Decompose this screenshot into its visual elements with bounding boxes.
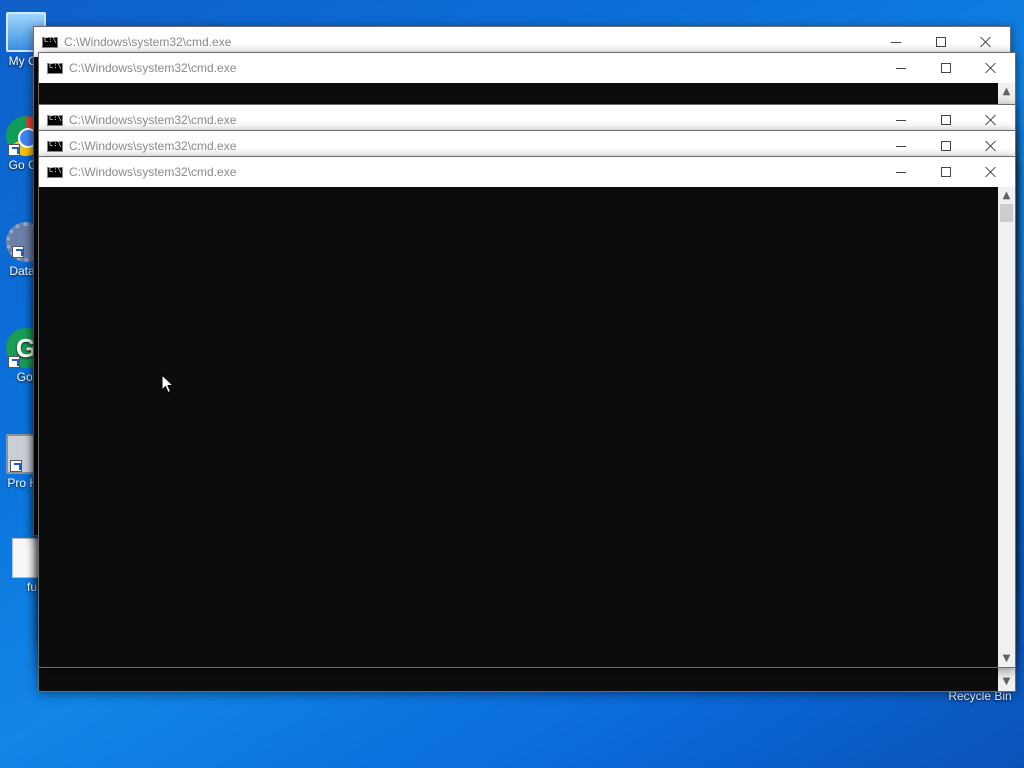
vertical-scrollbar[interactable]: ▲ ▼ — [998, 187, 1015, 667]
vertical-scrollbar[interactable]: ▼ — [998, 667, 1015, 691]
window-title: C:\Windows\system32\cmd.exe — [69, 139, 237, 153]
scroll-up-arrow-icon[interactable]: ▲ — [998, 187, 1015, 204]
close-icon — [985, 140, 997, 152]
vertical-scrollbar[interactable]: ▲ — [998, 83, 1015, 105]
window-titlebar[interactable]: C:\Windows\system32\cmd.exe — [39, 53, 1015, 83]
minimize-icon — [895, 119, 906, 121]
scrollbar-thumb[interactable] — [1000, 204, 1013, 222]
maximize-icon — [940, 115, 951, 125]
console-output[interactable] — [39, 187, 998, 667]
shortcut-arrow-icon — [12, 246, 24, 258]
maximize-icon — [940, 63, 951, 73]
scroll-up-arrow-icon[interactable]: ▲ — [998, 83, 1015, 100]
minimize-icon — [895, 67, 906, 69]
cmd-icon — [47, 114, 63, 126]
maximize-icon — [940, 141, 951, 151]
shortcut-arrow-icon — [8, 144, 20, 156]
cmd-icon — [47, 140, 63, 152]
window-title: C:\Windows\system32\cmd.exe — [69, 61, 237, 75]
maximize-icon — [935, 37, 946, 47]
cmd-window-5[interactable]: C:\Windows\system32\cmd.exe ▲ ▼ — [38, 156, 1016, 668]
minimize-button[interactable] — [878, 157, 923, 187]
window-title: C:\Windows\system32\cmd.exe — [69, 165, 237, 179]
scroll-down-arrow-icon[interactable]: ▼ — [998, 650, 1015, 667]
cmd-icon — [47, 166, 63, 178]
minimize-icon — [895, 171, 906, 173]
close-icon — [985, 62, 997, 74]
maximize-button[interactable] — [923, 53, 968, 83]
shortcut-arrow-icon — [8, 356, 20, 368]
desktop-icon-label: fu — [26, 580, 37, 594]
cmd-icon — [42, 36, 58, 48]
window-title: C:\Windows\system32\cmd.exe — [64, 35, 232, 49]
scroll-down-arrow-icon[interactable]: ▼ — [998, 673, 1015, 690]
close-button[interactable] — [968, 53, 1013, 83]
close-button[interactable] — [968, 157, 1013, 187]
minimize-button[interactable] — [878, 53, 923, 83]
window-titlebar[interactable]: C:\Windows\system32\cmd.exe — [39, 157, 1015, 187]
close-icon — [980, 36, 992, 48]
window-title: C:\Windows\system32\cmd.exe — [69, 113, 237, 127]
minimize-icon — [895, 145, 906, 147]
close-icon — [985, 114, 997, 126]
close-icon — [985, 166, 997, 178]
minimize-icon — [890, 41, 901, 43]
cmd-icon — [47, 62, 63, 74]
maximize-button[interactable] — [923, 157, 968, 187]
mouse-cursor-icon — [161, 374, 175, 394]
maximize-icon — [940, 167, 951, 177]
shortcut-arrow-icon — [10, 460, 22, 472]
